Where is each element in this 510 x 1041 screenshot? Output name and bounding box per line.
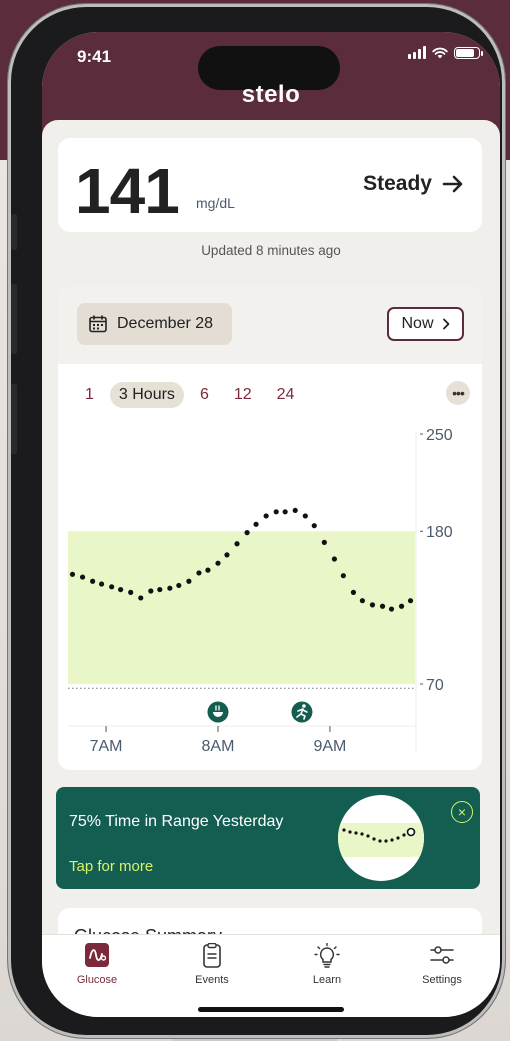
glucose-point xyxy=(148,588,154,594)
glucose-point xyxy=(379,603,386,609)
glucose-point xyxy=(224,552,230,558)
tab-settings-label: Settings xyxy=(422,974,462,986)
clipboard-icon xyxy=(203,943,221,968)
glucose-icon xyxy=(85,943,109,967)
signal-icon xyxy=(408,46,426,59)
glucose-point xyxy=(398,603,405,609)
glucose-point xyxy=(311,523,317,529)
x-tick-label: 8AM xyxy=(202,738,235,755)
volume-up-button xyxy=(11,284,17,354)
glucose-point xyxy=(369,602,376,608)
wifi-icon xyxy=(432,47,448,58)
glucose-point xyxy=(90,578,96,584)
glucose-point xyxy=(359,598,365,604)
glucose-point xyxy=(167,585,173,591)
glucose-point xyxy=(388,606,395,612)
glucose-point xyxy=(215,560,221,566)
glucose-point xyxy=(282,509,288,515)
chevron-right-icon xyxy=(442,318,449,330)
glucose-point xyxy=(118,586,124,593)
status-icons xyxy=(408,46,483,59)
glucose-point xyxy=(157,586,163,593)
selected-date: December 28 xyxy=(117,315,214,332)
last-updated-text: Updated 8 minutes ago xyxy=(201,243,341,258)
tab-settings[interactable]: Settings xyxy=(397,943,487,986)
glucose-point xyxy=(302,513,308,519)
glucose-point xyxy=(253,521,259,527)
glucose-point xyxy=(263,513,269,519)
phone-frame: 9:41 stelo 141 mg/dL Steady Updated 8 mi… xyxy=(8,4,505,1038)
tap-for-more-link[interactable]: Tap for more xyxy=(69,858,153,875)
glucose-point xyxy=(69,571,76,577)
runner-head-glyph xyxy=(302,704,306,708)
glucose-point xyxy=(176,582,182,589)
close-icon[interactable]: × xyxy=(451,801,473,823)
chart-area: 1 3 Hours 6 12 24 ••• 250 180 70 7AM 8AM 9AM xyxy=(58,364,482,770)
y-axis-gutter xyxy=(415,432,417,752)
volume-down-button xyxy=(11,384,17,454)
current-glucose-card[interactable]: 141 mg/dL Steady xyxy=(58,138,482,232)
glucose-unit: mg/dL xyxy=(196,195,235,211)
glucose-point xyxy=(292,507,298,514)
glucose-point xyxy=(340,573,346,579)
glucose-point xyxy=(186,578,192,584)
tab-events[interactable]: Events xyxy=(167,943,257,986)
glucose-point xyxy=(98,581,105,587)
sliders-icon xyxy=(430,946,454,964)
tir-title: 75% Time in Range Yesterday xyxy=(69,813,284,830)
tab-glucose-label: Glucose xyxy=(76,974,118,986)
glucose-chart: 250 180 70 7AM 8AM 9AM xyxy=(68,427,453,755)
y-tick-label: 250 xyxy=(426,427,453,444)
x-tick-label: 9AM xyxy=(313,738,346,755)
app-logo: stelo xyxy=(241,81,301,108)
glucose-point xyxy=(244,530,250,536)
glucose-point xyxy=(109,584,115,590)
glucose-point xyxy=(321,539,327,545)
mute-switch xyxy=(11,214,17,250)
glucose-point xyxy=(407,598,414,604)
calendar-icon xyxy=(89,315,107,333)
screen: 9:41 stelo 141 mg/dL Steady Updated 8 mi… xyxy=(42,32,500,1017)
status-time: 9:41 xyxy=(77,47,112,66)
time-in-range-card[interactable]: 75% Time in Range Yesterday Tap for more… xyxy=(56,787,480,889)
now-button[interactable]: Now xyxy=(387,307,464,341)
mini-chart-illustration xyxy=(338,795,424,881)
arrow-right-icon xyxy=(442,175,463,193)
tab-bar: Glucose Events Learn Settings xyxy=(42,934,500,1017)
glucose-point xyxy=(79,574,86,580)
now-label: Now xyxy=(401,315,434,332)
tab-glucose[interactable]: Glucose xyxy=(52,943,142,986)
tab-learn-label: Learn xyxy=(312,974,342,986)
glucose-chart-card: December 28 Now 1 3 Hours 6 12 24 ••• 25… xyxy=(58,286,482,770)
glucose-point xyxy=(138,595,144,601)
trend-indicator[interactable]: Steady xyxy=(363,172,464,196)
trend-label: Steady xyxy=(363,172,432,195)
glucose-point xyxy=(205,567,211,573)
date-picker-button[interactable]: December 28 xyxy=(77,303,232,345)
glucose-value: 141 xyxy=(75,155,180,227)
tab-events-label: Events xyxy=(195,974,229,986)
glucose-point xyxy=(196,570,202,576)
y-tick-label: 70 xyxy=(426,677,444,694)
glucose-point xyxy=(128,589,134,595)
glucose-point xyxy=(350,589,357,595)
battery-icon xyxy=(454,46,483,59)
target-range-band xyxy=(68,531,415,685)
home-indicator xyxy=(198,1007,344,1012)
y-tick-label: 180 xyxy=(426,524,453,541)
glucose-point xyxy=(234,541,240,547)
tab-learn[interactable]: Learn xyxy=(282,943,372,986)
x-tick-label: 7AM xyxy=(90,738,123,755)
glucose-point xyxy=(273,509,279,515)
lightbulb-icon xyxy=(314,943,340,968)
glucose-point xyxy=(331,556,338,562)
